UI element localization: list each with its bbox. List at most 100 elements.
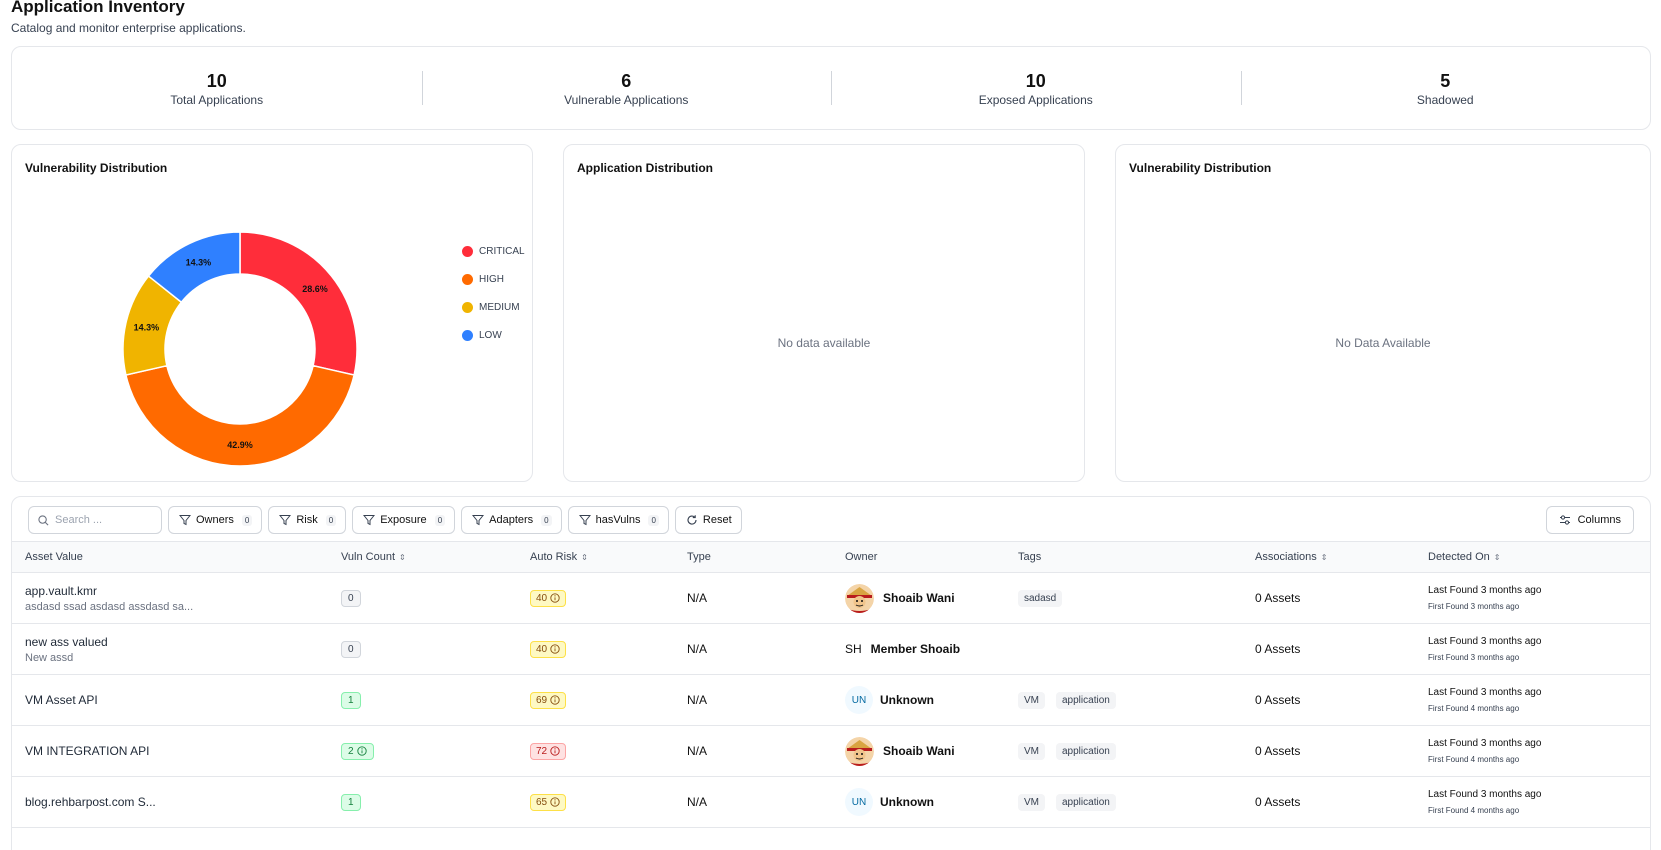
page-subtitle: Catalog and monitor enterprise applicati… (11, 21, 246, 35)
column-header-type[interactable]: Type (687, 542, 711, 573)
asset-name[interactable]: VM Asset API (25, 693, 98, 707)
type-cell: N/A (687, 642, 708, 656)
column-header-detected-on[interactable]: Detected On ⇕ (1428, 542, 1500, 573)
asset-name[interactable]: blog.rehbarpost.com S... (25, 795, 156, 809)
column-header-asset-value[interactable]: Asset Value (25, 542, 83, 573)
owner-name[interactable]: Member Shoaib (871, 642, 960, 656)
dates: Last Found 3 months ago First Found 4 mo… (1428, 738, 1541, 764)
risk-badge[interactable]: 69 (530, 691, 567, 709)
refresh-icon (687, 515, 697, 525)
filter-count: 0 (541, 514, 552, 526)
vuln-count-value: 2 (348, 745, 354, 757)
risk-badge[interactable]: 72 (530, 742, 567, 760)
info-icon (550, 644, 560, 654)
owner-name[interactable]: Unknown (880, 795, 934, 809)
stat-label: Total Applications (170, 92, 264, 107)
filter-exposure-button[interactable]: Exposure 0 (352, 506, 456, 534)
legend-item-medium[interactable]: MEDIUM (462, 293, 525, 321)
legend-label: CRITICAL (479, 245, 525, 257)
table-row[interactable]: app.vault.kmr asdasd ssad asdasd assdasd… (12, 573, 1650, 624)
tag-chip[interactable]: application (1056, 793, 1116, 811)
owner-name[interactable]: Unknown (880, 693, 934, 707)
reset-button[interactable]: Reset (674, 506, 742, 534)
donut-slice-high[interactable] (125, 364, 355, 467)
tag-chip[interactable]: application (1056, 691, 1116, 709)
associations-cell[interactable]: 0 Assets (1255, 726, 1300, 776)
tag-chip[interactable]: VM (1018, 742, 1045, 760)
column-header-owner[interactable]: Owner (845, 542, 877, 573)
column-header-label: Detected On (1428, 551, 1490, 563)
column-header-label: Vuln Count (341, 551, 396, 563)
vuln-count-badge: 0 (341, 640, 361, 658)
legend-label: MEDIUM (479, 301, 520, 313)
filter-hasvulns-button[interactable]: hasVulns 0 (567, 506, 669, 534)
owner-name[interactable]: Shoaib Wani (883, 744, 955, 758)
legend-label: HIGH (479, 273, 504, 285)
columns-button[interactable]: Columns (1545, 506, 1634, 534)
risk-value: 40 (536, 592, 548, 604)
associations-cell[interactable]: 0 Assets (1255, 777, 1300, 827)
page-title: Application Inventory (11, 0, 185, 16)
filter-adapters-button[interactable]: Adapters 0 (461, 506, 562, 534)
table-row[interactable]: new ass valued New assd 0 40 N/A SH Memb… (12, 624, 1650, 675)
donut-slice-critical[interactable] (239, 231, 358, 376)
legend-item-low[interactable]: LOW (462, 321, 525, 349)
column-header-label: Owner (845, 551, 878, 563)
filter-label: Exposure (380, 514, 427, 526)
filter-owners-button[interactable]: Owners 0 (168, 506, 263, 534)
column-header-tags[interactable]: Tags (1018, 542, 1041, 573)
asset-description: asdasd ssad asdasd assdasd sa... (25, 600, 194, 613)
table-row[interactable]: VM Asset API 1 69 N/A UN Unknown VM appl… (12, 675, 1650, 726)
column-header-auto-risk[interactable]: Auto Risk ⇕ (530, 542, 588, 573)
stat-value: 10 (1025, 70, 1046, 91)
dates: Last Found 3 months ago First Found 4 mo… (1428, 687, 1541, 713)
table-row[interactable]: VM INTEGRATION API 2 72 N/A Shoaib Wani … (12, 726, 1650, 777)
auto-risk-cell: 40 (530, 624, 567, 674)
column-header-vuln-count[interactable]: Vuln Count ⇕ (341, 542, 406, 573)
detected-on-cell: Last Found 3 months ago First Found 3 mo… (1428, 573, 1541, 623)
stat-total-applications: 10 Total Applications (12, 47, 422, 129)
first-found: First Found 4 months ago (1428, 806, 1520, 815)
detected-on-cell: Last Found 3 months ago First Found 4 mo… (1428, 726, 1541, 776)
type-cell: N/A (687, 693, 708, 707)
vuln-count-cell: 0 (341, 573, 361, 623)
detected-on-cell: Last Found 3 months ago First Found 3 mo… (1428, 624, 1541, 674)
legend-dot (462, 273, 473, 285)
panel-title: Application Distribution (577, 161, 713, 175)
asset-name[interactable]: VM INTEGRATION API (25, 744, 149, 758)
owner-name[interactable]: Shoaib Wani (883, 591, 955, 605)
owner-cell: UN Unknown (845, 777, 934, 827)
owner-cell: Shoaib Wani (845, 573, 955, 623)
tag-chip[interactable]: VM (1018, 691, 1045, 709)
risk-value: 65 (536, 796, 548, 808)
filter-icon (179, 515, 191, 526)
risk-badge[interactable]: 40 (530, 589, 567, 607)
tags-cell: VM application (1018, 726, 1127, 776)
filter-risk-button[interactable]: Risk 0 (268, 506, 347, 534)
table-row[interactable]: blog.rehbarpost.com S... 1 65 N/A UN Unk… (12, 777, 1650, 828)
asset-cell: new ass valued New assd (25, 624, 108, 674)
legend-item-high[interactable]: HIGH (462, 265, 525, 293)
dates: Last Found 3 months ago First Found 3 mo… (1428, 636, 1541, 662)
tag-chip[interactable]: VM (1018, 793, 1045, 811)
legend-dot (462, 329, 473, 341)
associations-cell[interactable]: 0 Assets (1255, 624, 1300, 674)
tag-chip[interactable]: sadasd (1018, 589, 1063, 607)
search-box[interactable] (28, 506, 162, 534)
associations-cell[interactable]: 0 Assets (1255, 573, 1300, 623)
asset-name[interactable]: new ass valued (25, 635, 108, 649)
search-input[interactable] (55, 514, 155, 526)
legend-item-critical[interactable]: CRITICAL (462, 237, 525, 265)
associations-cell[interactable]: 0 Assets (1255, 675, 1300, 725)
filter-icon (472, 515, 485, 526)
tag-chip[interactable]: application (1056, 742, 1116, 760)
column-header-associations[interactable]: Associations ⇕ (1255, 542, 1327, 573)
vuln-count-badge: 1 (341, 793, 361, 811)
last-found: Last Found 3 months ago (1428, 636, 1542, 647)
first-found: First Found 4 months ago (1428, 704, 1520, 713)
risk-badge[interactable]: 65 (530, 793, 567, 811)
asset-cell: app.vault.kmr asdasd ssad asdasd assdasd… (25, 573, 193, 623)
donut-slice-label: 14.3% (134, 323, 160, 333)
risk-badge[interactable]: 40 (530, 640, 567, 658)
asset-name[interactable]: app.vault.kmr (25, 584, 193, 598)
